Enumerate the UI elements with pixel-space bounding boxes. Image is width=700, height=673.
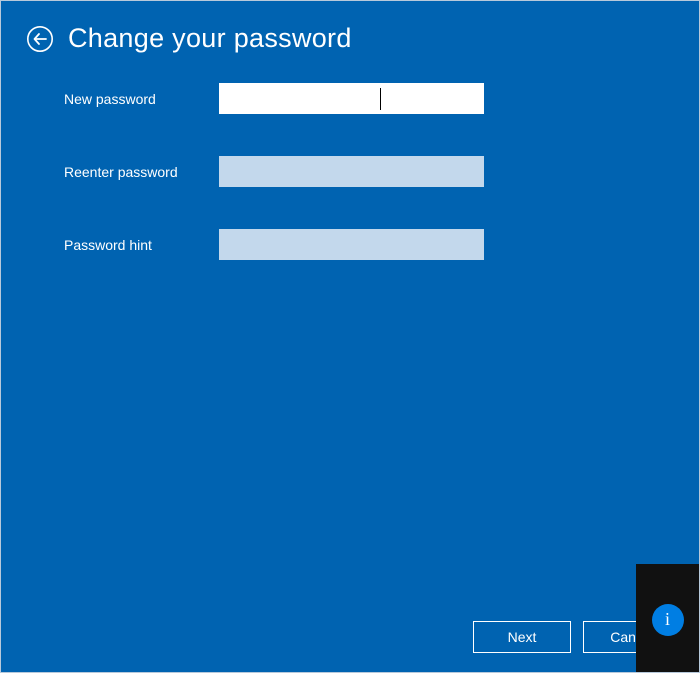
label-new-password: New password — [64, 91, 219, 107]
info-overlay: i — [636, 564, 699, 672]
text-caret — [380, 88, 381, 110]
info-glyph: i — [665, 609, 670, 630]
password-hint-input[interactable] — [219, 229, 484, 260]
input-wrap-new-password — [219, 83, 484, 114]
new-password-input[interactable] — [219, 83, 484, 114]
reenter-password-input[interactable] — [219, 156, 484, 187]
label-password-hint: Password hint — [64, 237, 219, 253]
back-arrow-icon[interactable] — [26, 25, 54, 53]
label-reenter-password: Reenter password — [64, 164, 219, 180]
page-title: Change your password — [68, 23, 352, 54]
change-password-screen: Change your password New password Reente… — [0, 0, 700, 673]
header: Change your password — [26, 23, 352, 54]
password-form: New password Reenter password Password h… — [64, 83, 484, 302]
row-new-password: New password — [64, 83, 484, 114]
next-button[interactable]: Next — [473, 621, 571, 653]
row-password-hint: Password hint — [64, 229, 484, 260]
info-icon[interactable]: i — [652, 604, 684, 636]
row-reenter-password: Reenter password — [64, 156, 484, 187]
